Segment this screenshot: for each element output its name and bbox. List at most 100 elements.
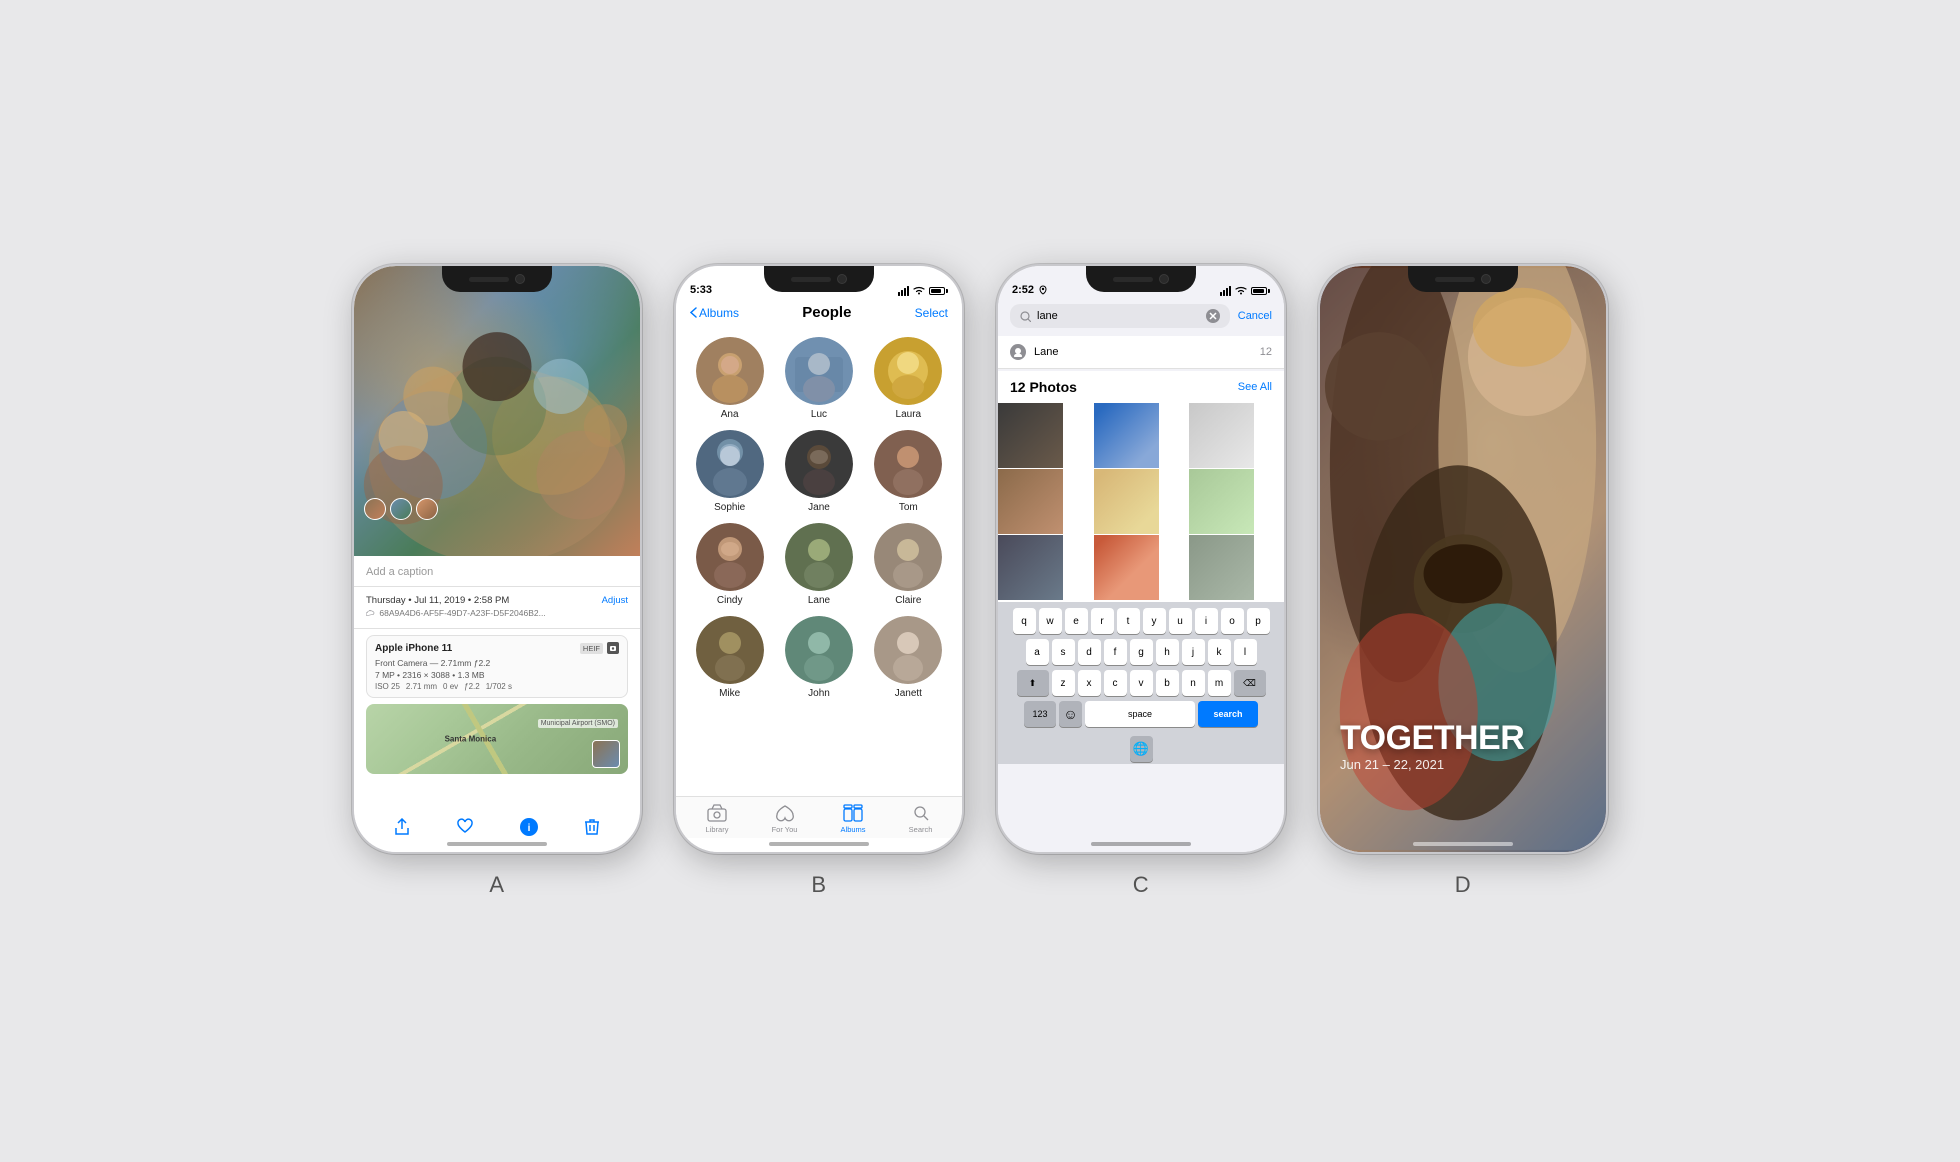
person-luc[interactable]: Luc — [779, 337, 858, 420]
person-sophie[interactable]: Sophie — [690, 430, 769, 513]
key-a[interactable]: a — [1026, 639, 1049, 665]
people-grid-b: Ana Luc — [676, 329, 962, 707]
key-s[interactable]: s — [1052, 639, 1075, 665]
search-clear[interactable] — [1206, 309, 1220, 323]
nav-title-b: People — [802, 304, 851, 321]
person-janett[interactable]: Janett — [869, 616, 948, 699]
key-f[interactable]: f — [1104, 639, 1127, 665]
photo-thumb-5[interactable] — [1094, 469, 1159, 534]
person-claire[interactable]: Claire — [869, 523, 948, 606]
home-indicator-c — [1091, 842, 1191, 846]
wifi-icon-c — [1235, 286, 1247, 296]
key-t[interactable]: t — [1117, 608, 1140, 634]
photo-thumb-9[interactable] — [1189, 535, 1254, 600]
key-n[interactable]: n — [1182, 670, 1205, 696]
caption-area[interactable]: Add a caption — [354, 556, 640, 587]
status-icons-c — [1220, 286, 1270, 296]
key-p[interactable]: p — [1247, 608, 1270, 634]
tab-foryou[interactable]: For You — [772, 803, 798, 834]
key-emoji[interactable]: ☺ — [1059, 701, 1082, 727]
key-h[interactable]: h — [1156, 639, 1179, 665]
photo-thumb-6[interactable] — [1189, 469, 1254, 534]
key-q[interactable]: q — [1013, 608, 1036, 634]
nav-bar-b: Albums People Select — [676, 300, 962, 329]
avatar-sophie — [696, 430, 764, 498]
heif-badge: HEIF — [580, 643, 603, 654]
photo-thumb-7[interactable] — [998, 535, 1063, 600]
person-tom[interactable]: Tom — [869, 430, 948, 513]
kb-row-2: a s d f g h j k l — [1000, 639, 1282, 665]
key-globe[interactable]: 🌐 — [1130, 736, 1153, 762]
foryou-icon — [774, 803, 796, 823]
key-w[interactable]: w — [1039, 608, 1062, 634]
person-lane[interactable]: Lane — [779, 523, 858, 606]
key-m[interactable]: m — [1208, 670, 1231, 696]
key-v[interactable]: v — [1130, 670, 1153, 696]
key-c[interactable]: c — [1104, 670, 1127, 696]
name-lane: Lane — [808, 595, 830, 606]
photo-thumb-8[interactable] — [1094, 535, 1159, 600]
person-cindy[interactable]: Cindy — [690, 523, 769, 606]
key-b[interactable]: b — [1156, 670, 1179, 696]
search-icon-c — [1020, 311, 1031, 322]
svg-text:i: i — [527, 823, 530, 834]
key-r[interactable]: r — [1091, 608, 1114, 634]
key-123[interactable]: 123 — [1024, 701, 1056, 727]
name-luc: Luc — [811, 409, 827, 420]
notch-b — [764, 266, 874, 292]
nav-select-b[interactable]: Select — [915, 306, 948, 320]
tab-albums[interactable]: Albums — [841, 803, 866, 834]
key-x[interactable]: x — [1078, 670, 1101, 696]
share-icon[interactable] — [391, 816, 413, 838]
trash-icon[interactable] — [581, 816, 603, 838]
name-janett: Janett — [895, 688, 922, 699]
search-result-row[interactable]: Lane 12 — [998, 336, 1284, 369]
photos-header-c: 12 Photos See All — [998, 371, 1284, 403]
tab-library[interactable]: Library — [706, 803, 729, 834]
person-jane[interactable]: Jane — [779, 430, 858, 513]
photo-thumb-4[interactable] — [998, 469, 1063, 534]
key-i[interactable]: i — [1195, 608, 1218, 634]
name-laura: Laura — [896, 409, 922, 420]
photo-thumb-2[interactable] — [1094, 403, 1159, 468]
tab-search[interactable]: Search — [909, 803, 933, 834]
key-z[interactable]: z — [1052, 670, 1075, 696]
key-o[interactable]: o — [1221, 608, 1244, 634]
person-laura[interactable]: Laura — [869, 337, 948, 420]
key-l[interactable]: l — [1234, 639, 1257, 665]
face-2 — [390, 498, 412, 520]
photo-thumb-3[interactable] — [1189, 403, 1254, 468]
key-k[interactable]: k — [1208, 639, 1231, 665]
speaker-c — [1113, 277, 1153, 282]
adjust-btn[interactable]: Adjust — [602, 595, 628, 606]
key-y[interactable]: y — [1143, 608, 1166, 634]
map-section[interactable]: Santa Monica Municipal Airport (SMO) — [366, 704, 628, 774]
key-search[interactable]: search — [1198, 701, 1258, 727]
keyboard-c: q w e r t y u i o p a s — [998, 602, 1284, 764]
photo-meta: Thursday • Jul 11, 2019 • 2:58 PM Adjust… — [354, 587, 640, 629]
search-input-c[interactable]: lane — [1010, 304, 1230, 328]
phone-wrapper-d: TOGETHER Jun 21 – 22, 2021 D — [1318, 264, 1608, 898]
key-j[interactable]: j — [1182, 639, 1205, 665]
cancel-btn-c[interactable]: Cancel — [1238, 310, 1272, 322]
person-ana[interactable]: Ana — [690, 337, 769, 420]
see-all-c[interactable]: See All — [1238, 381, 1272, 393]
person-mike[interactable]: Mike — [690, 616, 769, 699]
key-delete[interactable]: ⌫ — [1234, 670, 1266, 696]
key-u[interactable]: u — [1169, 608, 1192, 634]
phone-wrapper-a: Add a caption Thursday • Jul 11, 2019 • … — [352, 264, 642, 898]
person-john[interactable]: John — [779, 616, 858, 699]
nav-back-b[interactable]: Albums — [690, 306, 739, 320]
info-icon[interactable]: i — [518, 816, 540, 838]
iphone-a: Add a caption Thursday • Jul 11, 2019 • … — [352, 264, 642, 854]
heart-icon[interactable] — [454, 816, 476, 838]
key-d[interactable]: d — [1078, 639, 1101, 665]
key-space[interactable]: space — [1085, 701, 1195, 727]
phone-wrapper-c: 2:52 — [996, 264, 1286, 898]
phone-label-d: D — [1455, 872, 1471, 898]
screen-b: 5:33 — [676, 266, 962, 852]
key-shift[interactable]: ⬆ — [1017, 670, 1049, 696]
photo-thumb-1[interactable] — [998, 403, 1063, 468]
key-e[interactable]: e — [1065, 608, 1088, 634]
key-g[interactable]: g — [1130, 639, 1153, 665]
